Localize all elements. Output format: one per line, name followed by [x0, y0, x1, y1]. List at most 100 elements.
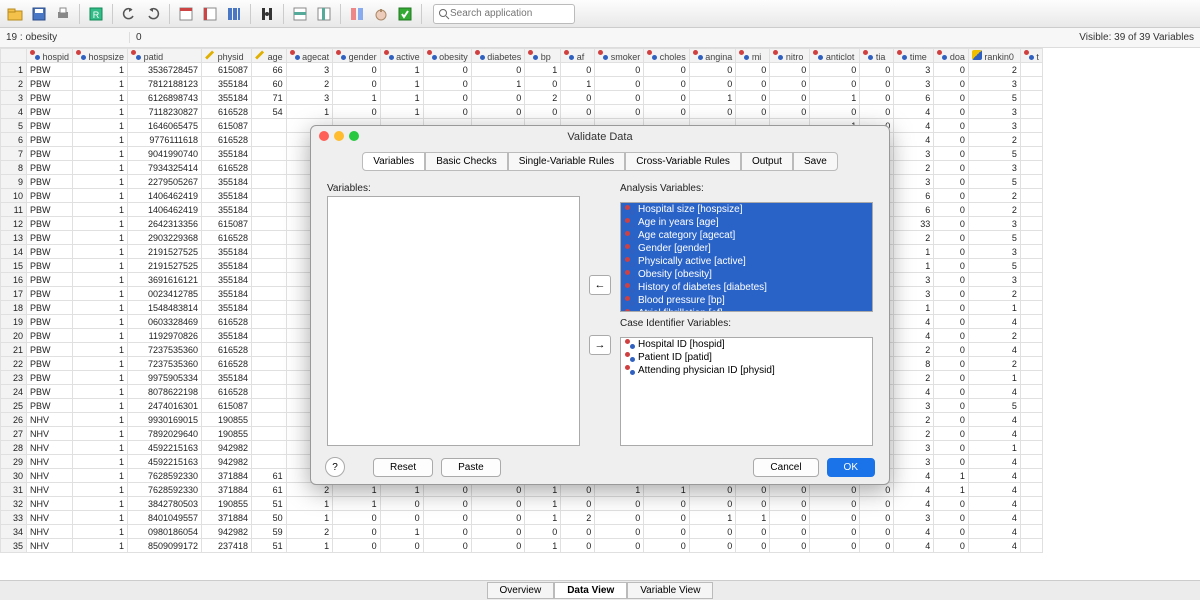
data-cell[interactable]: 4	[968, 525, 1020, 539]
data-cell[interactable]: 1	[525, 539, 561, 553]
data-cell[interactable]	[1020, 133, 1042, 147]
data-cell[interactable]: 3	[968, 77, 1020, 91]
column-header[interactable]: nitro	[770, 49, 810, 63]
dialog-tab-output[interactable]: Output	[741, 152, 793, 171]
data-cell[interactable]	[1020, 399, 1042, 413]
data-cell[interactable]: PBW	[27, 399, 73, 413]
data-cell[interactable]: 1406462419	[128, 203, 202, 217]
data-cell[interactable]: 1	[73, 189, 128, 203]
data-cell[interactable]: 1	[73, 217, 128, 231]
data-cell[interactable]: 355184	[202, 147, 252, 161]
data-cell[interactable]	[1020, 161, 1042, 175]
data-cell[interactable]: 1	[934, 469, 969, 483]
data-cell[interactable]	[252, 133, 287, 147]
data-cell[interactable]: 0	[934, 175, 969, 189]
data-cell[interactable]: 0	[333, 539, 381, 553]
data-cell[interactable]	[1020, 525, 1042, 539]
data-cell[interactable]: 0	[770, 91, 810, 105]
data-cell[interactable]: 0	[934, 203, 969, 217]
data-cell[interactable]: 3	[894, 273, 934, 287]
move-to-analysis-button[interactable]: ←	[589, 275, 611, 295]
data-cell[interactable]: 1	[73, 77, 128, 91]
data-cell[interactable]: PBW	[27, 231, 73, 245]
data-cell[interactable]: 0	[810, 497, 860, 511]
data-cell[interactable]	[1020, 273, 1042, 287]
data-cell[interactable]: 3	[894, 455, 934, 469]
data-cell[interactable]: 0	[644, 77, 690, 91]
data-cell[interactable]: 942982	[202, 455, 252, 469]
data-cell[interactable]	[252, 371, 287, 385]
data-cell[interactable]: 0	[644, 539, 690, 553]
data-cell[interactable]: 0	[595, 525, 644, 539]
analysis-var-item[interactable]: Gender [gender]	[621, 242, 872, 255]
data-cell[interactable]: PBW	[27, 91, 73, 105]
data-cell[interactable]: 616528	[202, 315, 252, 329]
data-cell[interactable]: 615087	[202, 119, 252, 133]
column-header[interactable]: obesity	[423, 49, 471, 63]
analysis-var-item[interactable]: Blood pressure [bp]	[621, 294, 872, 307]
data-cell[interactable]: 0	[423, 497, 471, 511]
data-cell[interactable]: 0	[860, 539, 894, 553]
row-number[interactable]: 1	[1, 63, 27, 77]
data-cell[interactable]	[252, 217, 287, 231]
data-cell[interactable]: 0	[860, 91, 894, 105]
data-cell[interactable]: 1	[689, 511, 736, 525]
data-cell[interactable]: 1	[561, 77, 595, 91]
column-header[interactable]: hospid	[27, 49, 73, 63]
data-cell[interactable]: 0	[934, 357, 969, 371]
row-number[interactable]: 20	[1, 329, 27, 343]
data-cell[interactable]: 2	[968, 357, 1020, 371]
data-cell[interactable]: 0	[525, 77, 561, 91]
data-cell[interactable]	[1020, 329, 1042, 343]
data-cell[interactable]: 0	[934, 133, 969, 147]
column-header[interactable]: active	[380, 49, 423, 63]
data-cell[interactable]: 0603328469	[128, 315, 202, 329]
data-cell[interactable]: 6	[894, 91, 934, 105]
data-cell[interactable]: 50	[252, 511, 287, 525]
data-cell[interactable]: 355184	[202, 189, 252, 203]
data-cell[interactable]: NHV	[27, 455, 73, 469]
data-cell[interactable]: NHV	[27, 525, 73, 539]
data-cell[interactable]: 3	[968, 119, 1020, 133]
column-header[interactable]: patid	[128, 49, 202, 63]
data-cell[interactable]: 0	[423, 91, 471, 105]
data-cell[interactable]: 3	[894, 63, 934, 77]
data-cell[interactable]: 0	[561, 525, 595, 539]
data-cell[interactable]: 0	[423, 105, 471, 119]
data-cell[interactable]: 4	[894, 133, 934, 147]
data-cell[interactable]: 0	[689, 525, 736, 539]
data-cell[interactable]: 7628592330	[128, 483, 202, 497]
data-cell[interactable]: 1	[380, 63, 423, 77]
data-cell[interactable]: 1	[894, 259, 934, 273]
data-cell[interactable]: 6126898743	[128, 91, 202, 105]
row-number[interactable]: 29	[1, 455, 27, 469]
data-cell[interactable]: 4	[968, 539, 1020, 553]
data-cell[interactable]: 1	[73, 231, 128, 245]
ok-button[interactable]: OK	[827, 458, 875, 477]
open-icon[interactable]	[4, 3, 26, 25]
data-cell[interactable]: 0	[860, 63, 894, 77]
data-cell[interactable]	[1020, 175, 1042, 189]
data-cell[interactable]: 0	[736, 105, 770, 119]
data-cell[interactable]: 5	[968, 91, 1020, 105]
data-cell[interactable]: 1	[73, 301, 128, 315]
data-cell[interactable]	[252, 203, 287, 217]
data-cell[interactable]: 1	[73, 161, 128, 175]
data-cell[interactable]: 3	[894, 399, 934, 413]
data-cell[interactable]	[252, 357, 287, 371]
data-cell[interactable]: 4	[894, 525, 934, 539]
data-cell[interactable]: 371884	[202, 511, 252, 525]
column-header[interactable]: doa	[934, 49, 969, 63]
data-cell[interactable]: 0	[934, 217, 969, 231]
data-cell[interactable]: 1	[73, 371, 128, 385]
data-cell[interactable]: 4	[894, 483, 934, 497]
row-number[interactable]: 34	[1, 525, 27, 539]
data-cell[interactable]: 1	[73, 315, 128, 329]
data-cell[interactable]: 3691616121	[128, 273, 202, 287]
data-cell[interactable]: 0	[471, 91, 525, 105]
data-cell[interactable]: PBW	[27, 119, 73, 133]
data-cell[interactable]: PBW	[27, 343, 73, 357]
caseid-variables-list[interactable]: Hospital ID [hospid]Patient ID [patid]At…	[620, 337, 873, 447]
data-cell[interactable]	[1020, 413, 1042, 427]
data-cell[interactable]: 0	[934, 455, 969, 469]
